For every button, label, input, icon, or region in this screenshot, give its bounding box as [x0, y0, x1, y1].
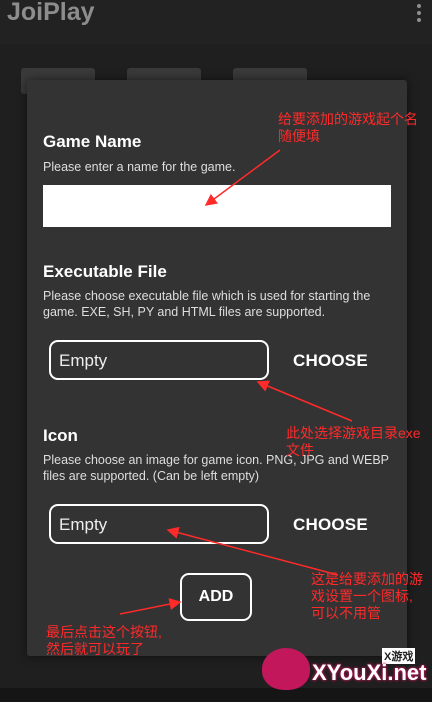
watermark: X游戏 XYouXi.net: [260, 640, 432, 698]
arrow-to-add-button: [119, 598, 182, 615]
arrow-to-executable-field: [256, 380, 353, 422]
annotation-arrows: [119, 149, 353, 615]
watermark-text: XYouXi.net: [312, 660, 427, 685]
arrow-to-icon-field: [166, 526, 339, 576]
arrow-to-name-input: [204, 149, 281, 206]
gamepad-logo-icon: [262, 648, 310, 690]
